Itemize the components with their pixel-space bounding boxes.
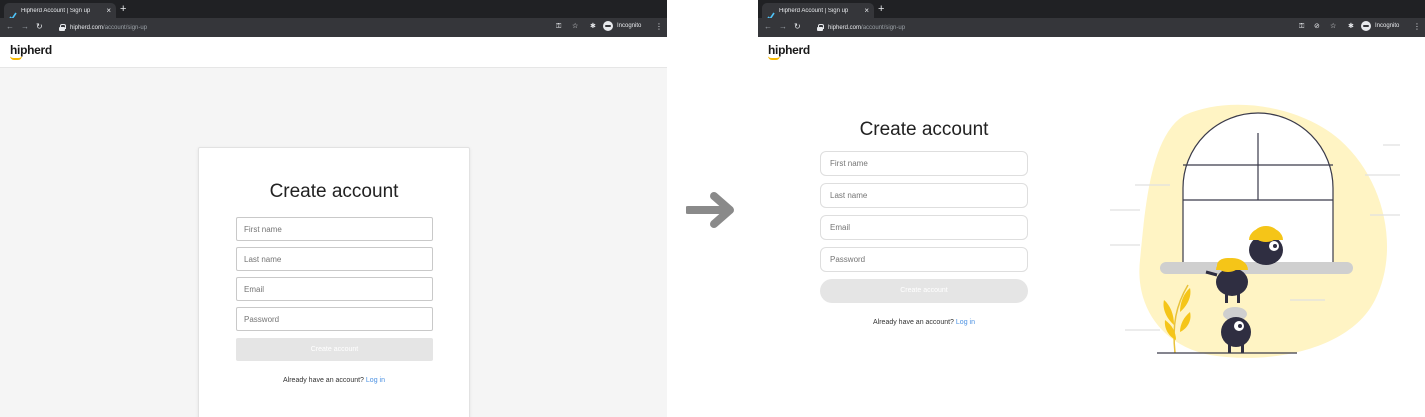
new-tab-button[interactable]: + <box>120 3 126 15</box>
form-title: Create account <box>269 181 399 202</box>
star-icon[interactable]: ☆ <box>1330 22 1336 32</box>
reload-icon[interactable]: ↻ <box>794 21 801 33</box>
login-link[interactable]: Log in <box>366 377 385 384</box>
key-icon[interactable]: ⚿ <box>1299 22 1304 32</box>
tab-title: Hipherd Account | Sign up <box>21 7 91 14</box>
address-bar[interactable]: hipherd.com/account/sign-up <box>52 21 527 34</box>
extensions-icon[interactable]: ✱ <box>1348 22 1354 32</box>
menu-kebab-icon[interactable]: ⋮ <box>1413 21 1421 33</box>
browser-toolbar: ← → ↻ hipherd.com/account/sign-up ⚿ ⊘ ☆ … <box>758 18 1425 37</box>
form-title: Create account <box>859 119 989 140</box>
address-bar[interactable]: hipherd.com/account/sign-up <box>810 21 1285 34</box>
tab-close-icon[interactable]: × <box>106 6 111 15</box>
window-sill-shape <box>1160 262 1353 274</box>
signup-illustration <box>1110 104 1400 358</box>
email-input[interactable] <box>820 215 1028 240</box>
tab-strip: Hipherd Account | Sign up × + <box>758 0 1425 20</box>
lock-icon <box>59 24 66 31</box>
email-input[interactable] <box>236 277 433 301</box>
password-input[interactable] <box>236 307 433 331</box>
page-body: Create account Create account Already ha… <box>0 67 667 417</box>
page: hipherd Create account Create account Al… <box>0 37 667 417</box>
browser-tab[interactable]: Hipherd Account | Sign up × <box>4 3 116 20</box>
lock-icon <box>817 24 824 31</box>
browser-tab[interactable]: Hipherd Account | Sign up × <box>762 3 874 20</box>
tab-strip: Hipherd Account | Sign up × + <box>0 0 667 20</box>
site-header: hipherd <box>758 37 1425 67</box>
url-text: hipherd.com/account/sign-up <box>70 24 148 31</box>
incognito-indicator[interactable]: Incognito <box>1361 21 1399 31</box>
incognito-icon <box>603 21 613 31</box>
extensions-icon[interactable]: ✱ <box>590 22 596 32</box>
last-name-input[interactable] <box>820 183 1028 208</box>
right-arrow-icon <box>686 192 734 228</box>
menu-kebab-icon[interactable]: ⋮ <box>655 21 663 33</box>
create-account-button[interactable]: Create account <box>236 338 433 361</box>
incognito-icon <box>1361 21 1371 31</box>
incognito-indicator[interactable]: Incognito <box>603 21 641 31</box>
star-icon[interactable]: ☆ <box>572 22 578 32</box>
screenshot-before: Hipherd Account | Sign up × + ← → ↻ hiph… <box>0 0 667 417</box>
back-arrow-icon[interactable]: ← <box>6 21 14 33</box>
login-prompt: Already have an account? Log in <box>820 319 1028 326</box>
login-link[interactable]: Log in <box>956 319 975 326</box>
hipherd-favicon-icon <box>9 7 17 20</box>
login-prompt-text: Already have an account? <box>283 377 364 384</box>
login-prompt: Already have an account? Log in <box>199 377 469 384</box>
site-logo[interactable]: hipherd <box>768 43 810 57</box>
signup-card: Create account Create account Already ha… <box>198 147 470 417</box>
key-icon[interactable]: ⚿ <box>556 22 561 32</box>
eye-off-icon[interactable]: ⊘ <box>1314 22 1320 32</box>
first-name-input[interactable] <box>236 217 433 241</box>
login-prompt-text: Already have an account? <box>873 319 954 326</box>
forward-arrow-icon[interactable]: → <box>21 21 29 33</box>
site-logo[interactable]: hipherd <box>10 43 52 57</box>
reload-icon[interactable]: ↻ <box>36 21 43 33</box>
incognito-label: Incognito <box>1375 23 1400 29</box>
password-input[interactable] <box>820 247 1028 272</box>
logo-smile-icon <box>768 56 780 60</box>
create-account-button[interactable]: Create account <box>820 279 1028 303</box>
forward-arrow-icon[interactable]: → <box>779 21 787 33</box>
tab-close-icon[interactable]: × <box>864 6 869 15</box>
tab-title: Hipherd Account | Sign up <box>779 7 849 14</box>
last-name-input[interactable] <box>236 247 433 271</box>
logo-smile-icon <box>10 56 22 60</box>
creature-top-shape <box>1249 226 1283 265</box>
url-text: hipherd.com/account/sign-up <box>828 24 906 31</box>
back-arrow-icon[interactable]: ← <box>764 21 772 33</box>
new-tab-button[interactable]: + <box>878 3 884 15</box>
first-name-input[interactable] <box>820 151 1028 176</box>
hipherd-favicon-icon <box>767 7 775 20</box>
browser-toolbar: ← → ↻ hipherd.com/account/sign-up ⚿ ☆ ✱ … <box>0 18 667 37</box>
incognito-label: Incognito <box>617 23 642 29</box>
site-header: hipherd <box>0 37 667 67</box>
